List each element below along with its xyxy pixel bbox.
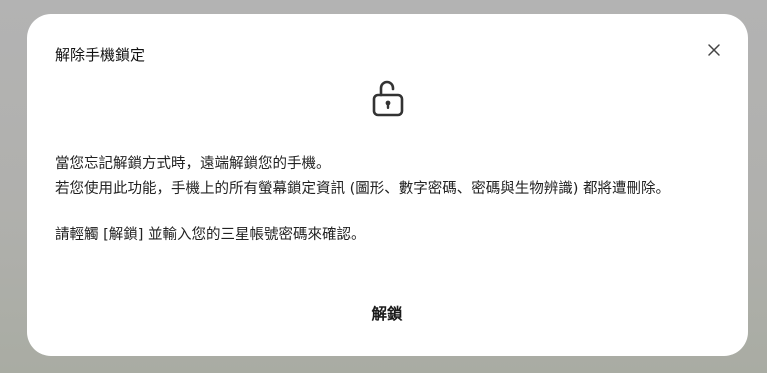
unlock-phone-dialog: 解除手機鎖定 當您忘記解鎖方式時，遠端解鎖您的手機。 若您使用此功能，手機上的所… [27,14,748,356]
dialog-title: 解除手機鎖定 [55,46,146,64]
close-button[interactable] [704,40,724,60]
close-icon [708,44,720,56]
message-paragraph-1: 當您忘記解鎖方式時，遠端解鎖您的手機。 [55,156,331,172]
message-paragraph-3: 請輕觸 [解鎖] 並輸入您的三星帳號密碼來確認。 [55,227,366,243]
dialog-message: 當您忘記解鎖方式時，遠端解鎖您的手機。 若您使用此功能，手機上的所有螢幕鎖定資訊… [55,152,715,248]
unlock-button[interactable]: 解鎖 [347,296,427,330]
unlocked-padlock-icon [372,80,404,117]
message-paragraph-2: 若您使用此功能，手機上的所有螢幕鎖定資訊 (圖形、數字密碼、密碼與生物辨識) 都… [55,181,671,197]
